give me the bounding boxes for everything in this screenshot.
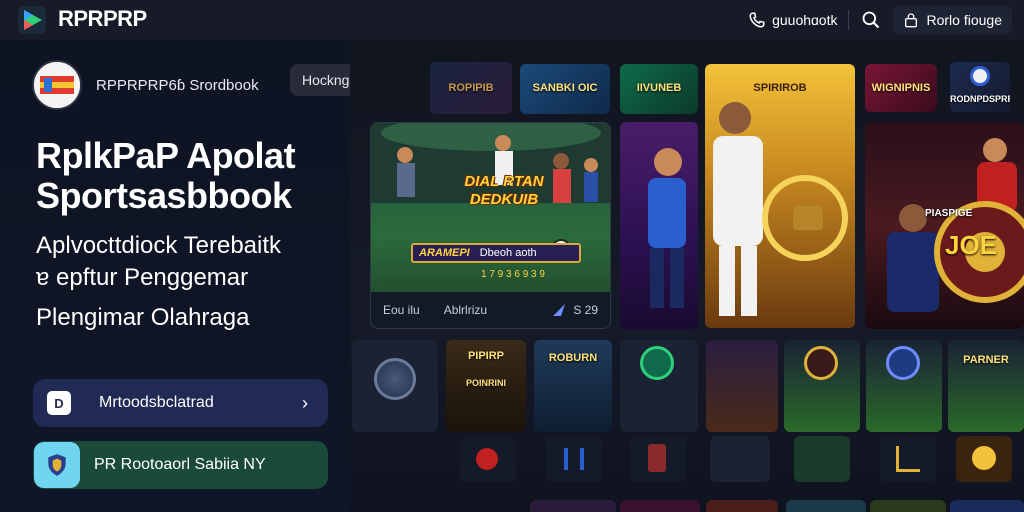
arrow-icon bbox=[553, 304, 566, 316]
game-tile[interactable] bbox=[352, 340, 438, 432]
brand-logo-icon[interactable] bbox=[18, 6, 46, 34]
footer-mid-text: Ablrlrizu bbox=[443, 303, 488, 317]
top-right-actions: ɡuuohɑotk Rorlo fiouge bbox=[748, 4, 1012, 36]
game-tile[interactable] bbox=[880, 436, 936, 482]
game-tile[interactable] bbox=[950, 500, 1024, 512]
game-tile[interactable] bbox=[794, 436, 850, 482]
game-tile[interactable] bbox=[786, 500, 866, 512]
contact-link[interactable]: ɡuuohɑotk bbox=[748, 11, 838, 29]
game-tile[interactable] bbox=[630, 436, 686, 482]
game-tile[interactable] bbox=[956, 436, 1012, 482]
game-tile[interactable]: PARNER bbox=[948, 340, 1024, 432]
roulette-figure bbox=[887, 138, 1024, 312]
game-gallery: ROPIPIB SANBKI OIC IIVUNEB SPIRIROB WIGN… bbox=[350, 40, 1024, 512]
ball-icon bbox=[970, 66, 990, 86]
game-tile[interactable] bbox=[870, 500, 946, 512]
featured-banner: DIAL RTAN DEDKUIB bbox=[464, 173, 544, 208]
game-tile[interactable] bbox=[710, 436, 770, 482]
sportsbook-logo-icon bbox=[34, 62, 80, 108]
game-tile[interactable] bbox=[784, 340, 860, 432]
secondary-cta-button[interactable]: PR Rootoaorl Sabiia NY bbox=[33, 441, 328, 489]
player-figure bbox=[713, 102, 848, 316]
phone-text: ɡuuohɑotk bbox=[772, 12, 838, 28]
game-tile[interactable] bbox=[706, 340, 778, 432]
game-tile[interactable]: PIASPIGE JOE bbox=[865, 122, 1024, 329]
shield-icon bbox=[34, 442, 80, 488]
game-tile[interactable] bbox=[706, 500, 778, 512]
game-tile[interactable]: SPIRIROB bbox=[705, 64, 855, 328]
hero-title-line: Sportsasbbook bbox=[36, 175, 292, 216]
featured-match-card[interactable]: DIAL RTAN DEDKUIB ARAMEPI Dbeoh aoth 1 7… bbox=[370, 122, 611, 329]
app-row: RPPRPRP6ɓ Srordbook bbox=[32, 60, 259, 110]
hero-subtitle-line: Plengimar Olahraga bbox=[36, 304, 250, 331]
game-tile[interactable]: IIVUNEB bbox=[620, 64, 698, 114]
hero-panel: RPPRPRP6ɓ Srordbook Hockngaigr RplkPaP A… bbox=[0, 40, 385, 512]
search-button[interactable] bbox=[859, 8, 883, 32]
app-store-icon: D bbox=[47, 391, 71, 415]
gold-coin-icon bbox=[972, 446, 996, 470]
footer-right: S 29 bbox=[551, 302, 598, 318]
game-tile[interactable] bbox=[866, 340, 942, 432]
featured-card-footer: Eou ilu Ablrlrizu S 29 bbox=[371, 292, 610, 328]
secondary-cta-label: PR Rootoaorl Sabiia NY bbox=[94, 456, 266, 473]
search-icon bbox=[862, 11, 879, 29]
game-tile[interactable] bbox=[620, 500, 700, 512]
game-tile[interactable]: SANBKI OIC bbox=[520, 64, 610, 114]
game-tile[interactable]: WIGNIPNIS bbox=[865, 64, 937, 112]
game-tile[interactable] bbox=[620, 340, 698, 432]
hero-subtitle-line: ɐ epftur Penggemar bbox=[36, 264, 249, 291]
badge-icon bbox=[640, 346, 674, 380]
app-avatar[interactable] bbox=[32, 60, 82, 110]
hero-title-line: RplkPaP Apolat bbox=[36, 135, 296, 176]
game-tile[interactable]: RODNPDSPRP bbox=[950, 62, 1010, 112]
score-line: 1 7 9 3 6 9 3 9 bbox=[481, 269, 545, 280]
tile-label: PIASPIGE bbox=[925, 208, 973, 219]
card-icon bbox=[648, 444, 666, 472]
lock-icon bbox=[904, 13, 917, 28]
brand-name[interactable]: RPRPRP bbox=[58, 6, 147, 32]
shield-icon bbox=[374, 358, 416, 400]
game-tile[interactable]: ROBURN bbox=[534, 340, 612, 432]
chevron-right-icon: › bbox=[302, 392, 308, 413]
divider bbox=[847, 10, 849, 30]
hero-subtitle-line: Aplvocttdiock Terebaitk bbox=[36, 232, 282, 259]
trophy-icon bbox=[564, 448, 584, 470]
phone-icon bbox=[749, 12, 765, 28]
primary-cta-button[interactable]: D Mrtoodsbclatrad › bbox=[33, 379, 328, 427]
game-tile[interactable] bbox=[530, 500, 616, 512]
login-label: Rorlo fiouge bbox=[926, 12, 1003, 28]
odds-strip: ARAMEPI Dbeoh aoth bbox=[411, 243, 581, 263]
top-bar: RPRPRP ɡuuohɑotk Rorlo fiouge bbox=[0, 0, 1024, 40]
player-figure bbox=[648, 148, 686, 308]
badge-icon bbox=[804, 346, 838, 380]
primary-cta-label: Mrtoodsbclatrad bbox=[99, 394, 214, 411]
game-tile[interactable]: ROPIPIB bbox=[430, 62, 512, 114]
hero-title: RplkPaP Apolat Sportsasbbook bbox=[36, 135, 296, 216]
chart-icon bbox=[896, 446, 920, 472]
tile-label: JOE bbox=[945, 230, 998, 260]
footer-left-text: Eou ilu bbox=[383, 303, 420, 317]
game-tile[interactable]: PIPIRP POINRINI bbox=[446, 340, 526, 432]
game-tile[interactable] bbox=[546, 436, 602, 482]
game-tile[interactable] bbox=[620, 122, 698, 329]
app-name: RPPRPRP6ɓ Srordbook bbox=[96, 76, 259, 94]
hero-subtitle: Aplvocttdiock Terebaitk ɐ epftur Penggem… bbox=[36, 230, 281, 334]
game-tile[interactable] bbox=[460, 436, 516, 482]
ball-icon bbox=[476, 448, 498, 470]
login-button[interactable]: Rorlo fiouge bbox=[892, 6, 1012, 34]
badge-icon bbox=[886, 346, 920, 380]
